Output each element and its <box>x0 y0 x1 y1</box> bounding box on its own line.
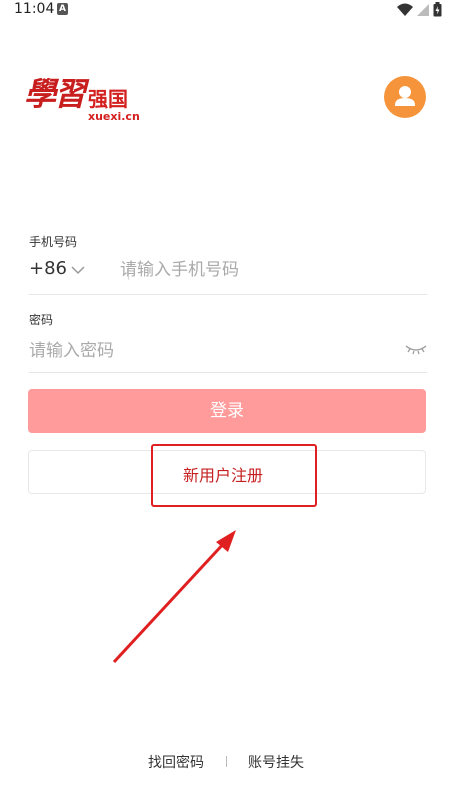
status-icons <box>397 2 442 17</box>
app-logo: 學習 强国 xuexi.cn <box>24 74 140 126</box>
footer-separator <box>226 756 227 767</box>
country-code[interactable]: +86 <box>29 258 67 279</box>
chevron-down-icon[interactable] <box>71 266 85 275</box>
phone-divider <box>29 294 427 295</box>
password-input[interactable] <box>29 337 389 365</box>
report-lost-link[interactable]: 账号挂失 <box>248 752 304 772</box>
logo-url: xuexi.cn <box>88 110 140 123</box>
phone-label: 手机号码 <box>29 235 78 249</box>
battery-icon <box>433 2 442 17</box>
phone-input[interactable] <box>120 256 420 284</box>
status-bar: 11:04 A <box>0 0 450 20</box>
highlight-box <box>151 444 317 507</box>
eye-closed-icon[interactable] <box>405 343 427 355</box>
recover-password-link[interactable]: 找回密码 <box>148 752 204 772</box>
password-label: 密码 <box>29 313 54 327</box>
login-button[interactable]: 登录 <box>28 389 426 433</box>
status-time: 11:04 <box>14 1 55 17</box>
logo-script: 學習 <box>24 75 86 113</box>
avatar-button[interactable] <box>384 76 426 118</box>
signal-icon <box>417 3 429 16</box>
notification-icon: A <box>57 3 68 15</box>
logo-title: 强国 <box>88 87 128 111</box>
wifi-icon <box>397 3 413 16</box>
user-icon <box>395 86 415 106</box>
password-divider <box>29 372 427 373</box>
phone-row: +86 <box>29 254 427 294</box>
